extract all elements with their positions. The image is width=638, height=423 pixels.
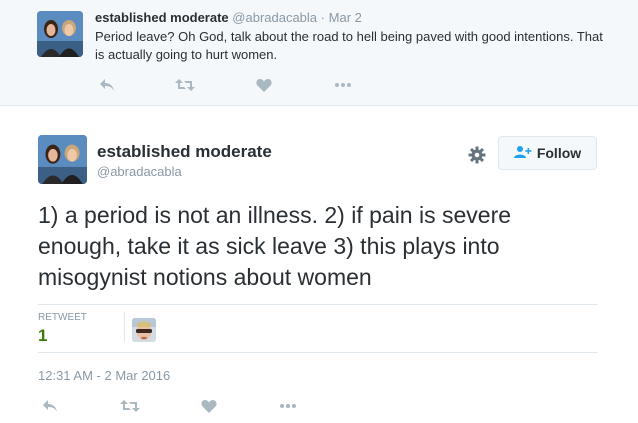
follow-button[interactable]: Follow: [498, 136, 597, 170]
author-handle[interactable]: @abradacabla: [232, 10, 317, 25]
tweet-time[interactable]: Mar 2: [329, 10, 362, 25]
divider: [38, 352, 598, 353]
retweet-icon[interactable]: [173, 75, 197, 95]
reply-icon[interactable]: [38, 396, 62, 416]
reply-icon[interactable]: [95, 75, 119, 95]
author-name[interactable]: established moderate: [97, 142, 272, 162]
tweet-text: Period leave? Oh God, talk about the roa…: [95, 29, 603, 62]
avatar-photo: [38, 135, 87, 184]
author-name[interactable]: established moderate: [95, 10, 229, 25]
more-icon[interactable]: [276, 396, 300, 416]
divider: [38, 304, 598, 305]
tweet-timestamp[interactable]: 12:31 AM - 2 Mar 2016: [38, 368, 170, 383]
parent-tweet[interactable]: established moderate @abradacabla · Mar …: [0, 0, 638, 106]
avatar[interactable]: [38, 135, 87, 184]
tweet-actions: [95, 75, 375, 95]
retweet-stat-count[interactable]: 1: [38, 326, 47, 346]
avatar[interactable]: [37, 11, 83, 57]
like-icon[interactable]: [252, 75, 276, 95]
tweet-actions: [38, 396, 318, 416]
add-person-icon: [513, 145, 532, 162]
avatar-photo: [37, 11, 83, 57]
retweet-icon[interactable]: [118, 396, 142, 416]
separator: ·: [320, 10, 326, 25]
retweeter-avatar[interactable]: [132, 318, 156, 342]
retweet-stat-label[interactable]: RETWEET: [38, 312, 87, 323]
retweeter-photo: [132, 318, 156, 342]
follow-label: Follow: [536, 145, 582, 161]
like-icon[interactable]: [197, 396, 221, 416]
tweet-text: 1) a period is not an illness. 2) if pai…: [38, 202, 512, 290]
more-icon[interactable]: [331, 75, 355, 95]
gear-icon[interactable]: [465, 143, 489, 167]
stat-divider: [124, 312, 125, 342]
author-handle[interactable]: @abradacabla: [97, 164, 182, 179]
